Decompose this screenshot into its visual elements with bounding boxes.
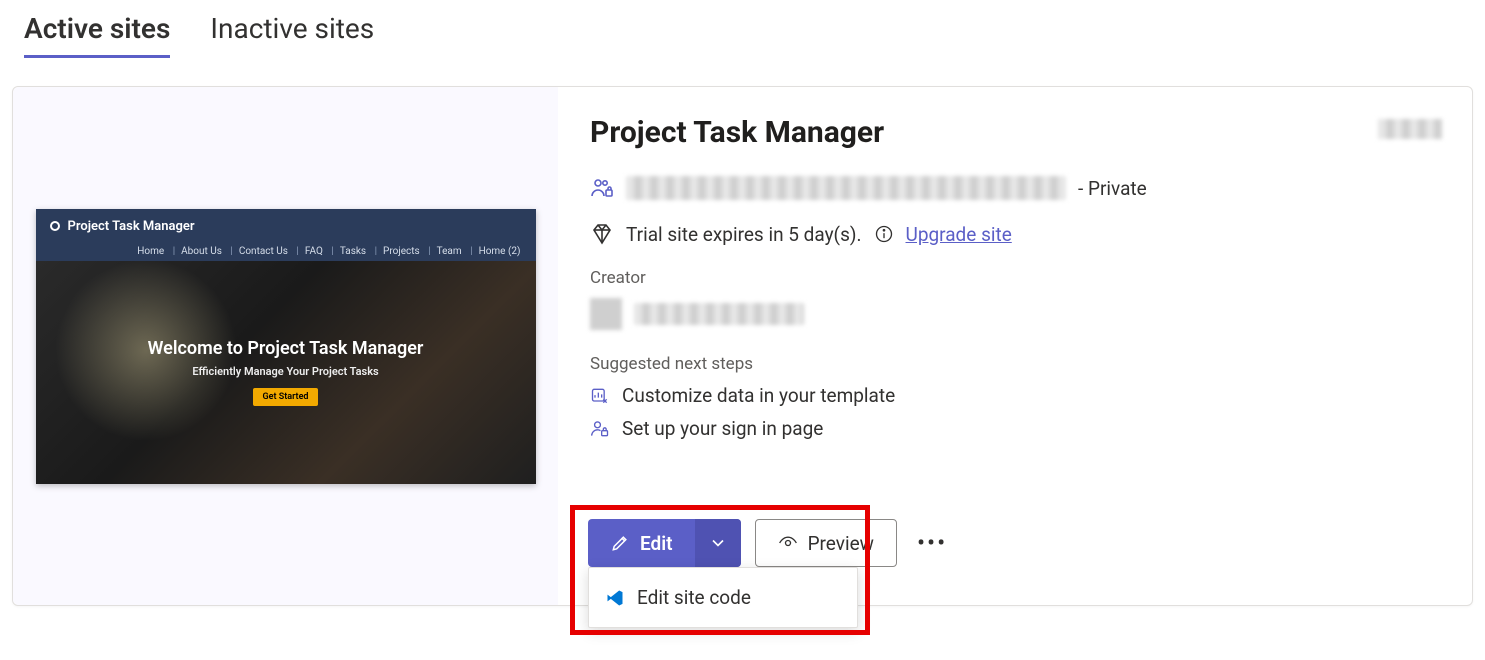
suggested-label: Suggested next steps <box>590 354 1440 374</box>
thumb-nav-item: Tasks <box>328 246 369 257</box>
site-thumbnail-pane: Project Task Manager Home About Us Conta… <box>13 87 558 605</box>
vscode-icon <box>605 588 625 608</box>
step-signin-page-label: Set up your sign in page <box>622 417 823 440</box>
thumb-nav-item: Contact Us <box>227 246 291 257</box>
thumb-hero-subtitle: Efficiently Manage Your Project Tasks <box>192 365 378 378</box>
thumb-hero-title: Welcome to Project Task Manager <box>148 338 424 359</box>
chart-edit-icon <box>590 386 610 406</box>
creator-label: Creator <box>590 268 1440 288</box>
step-signin-page[interactable]: Set up your sign in page <box>590 417 1440 440</box>
tab-active-sites[interactable]: Active sites <box>24 12 170 58</box>
actions-row: Edit Preview ••• <box>588 519 953 567</box>
step-customize-data[interactable]: Customize data in your template <box>590 384 1440 407</box>
tab-inactive-sites[interactable]: Inactive sites <box>210 12 374 58</box>
chevron-down-icon <box>708 533 728 553</box>
info-icon[interactable] <box>874 224 894 244</box>
redacted-url <box>626 176 1066 200</box>
thumb-logo-icon <box>50 221 60 231</box>
thumb-nav-item: Team <box>425 246 464 257</box>
more-actions-button[interactable]: ••• <box>911 529 953 557</box>
edit-dropdown-toggle[interactable] <box>695 519 741 567</box>
edit-site-code-label: Edit site code <box>637 586 751 609</box>
eye-icon <box>778 533 798 553</box>
pencil-icon <box>610 533 630 553</box>
thumb-header: Project Task Manager <box>36 209 536 240</box>
thumb-nav-item: Home <box>134 246 167 257</box>
access-row: - Private <box>590 176 1440 200</box>
site-thumbnail[interactable]: Project Task Manager Home About Us Conta… <box>36 209 536 484</box>
thumb-nav-item: About Us <box>170 246 225 257</box>
people-lock-icon <box>590 176 614 200</box>
redacted-creator-name <box>634 303 804 325</box>
edit-split-button: Edit <box>588 519 741 567</box>
upgrade-site-link[interactable]: Upgrade site <box>906 223 1012 246</box>
tabs: Active sites Inactive sites <box>0 0 1485 58</box>
site-title: Project Task Manager <box>590 115 1440 150</box>
redacted-badge <box>1378 119 1442 139</box>
site-detail: Project Task Manager - Private Trial sit… <box>558 87 1472 605</box>
person-lock-icon <box>590 419 610 439</box>
thumb-nav-item: Projects <box>372 246 423 257</box>
step-customize-data-label: Customize data in your template <box>622 384 895 407</box>
preview-button-label: Preview <box>808 532 874 555</box>
trial-text: Trial site expires in 5 day(s). <box>626 223 862 246</box>
edit-site-code-item[interactable]: Edit site code <box>589 574 857 621</box>
edit-button[interactable]: Edit <box>588 519 695 567</box>
thumb-nav-item: FAQ <box>293 246 326 257</box>
thumb-brand: Project Task Manager <box>68 219 195 234</box>
diamond-icon <box>590 222 614 246</box>
thumb-hero-cta: Get Started <box>253 388 319 406</box>
creator-row <box>590 298 1440 330</box>
edit-button-label: Edit <box>640 532 673 555</box>
creator-avatar <box>590 298 622 330</box>
preview-button[interactable]: Preview <box>755 519 897 567</box>
thumb-nav-item: Home (2) <box>467 246 523 257</box>
access-suffix: - Private <box>1078 177 1147 200</box>
thumb-hero: Welcome to Project Task Manager Efficien… <box>36 261 536 484</box>
site-card: Project Task Manager Home About Us Conta… <box>12 86 1473 606</box>
edit-dropdown-menu: Edit site code <box>588 567 858 628</box>
trial-row: Trial site expires in 5 day(s). Upgrade … <box>590 222 1440 246</box>
